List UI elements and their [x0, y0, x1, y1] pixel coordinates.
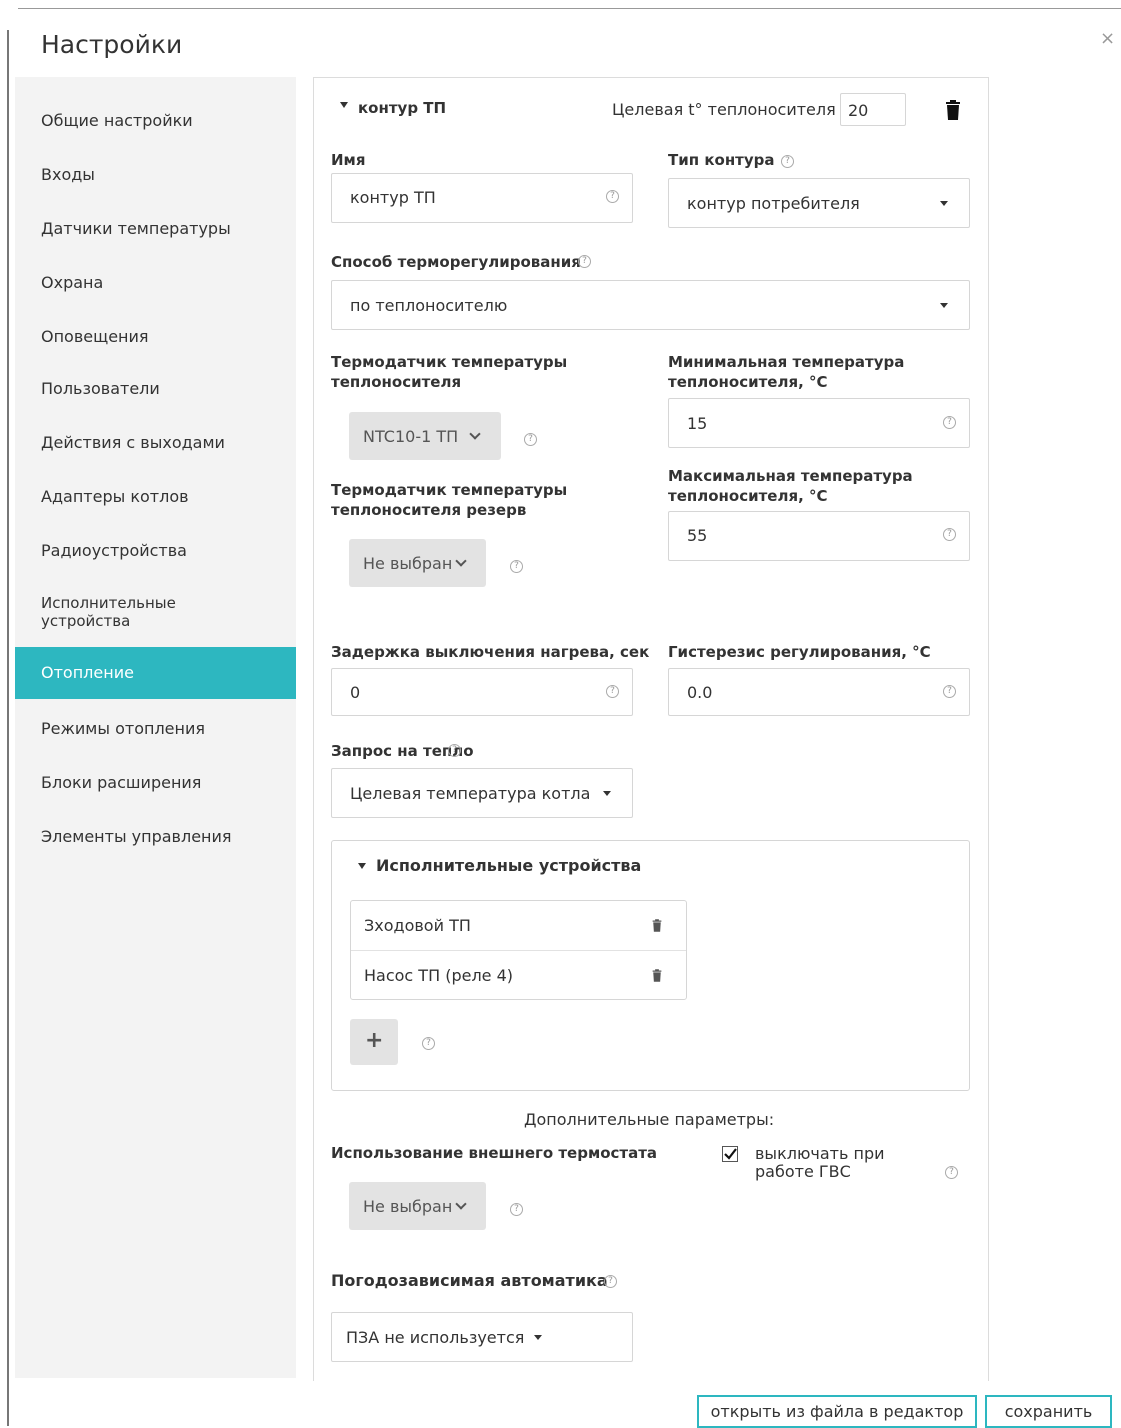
help-icon[interactable]: ? — [943, 685, 956, 698]
circuit-panel: контур ТП Целевая t° теплоносителя 20 Им… — [313, 77, 989, 1381]
sidebar-item-radio-devices[interactable]: Радиоустройства — [41, 541, 187, 560]
ext-thermostat-select[interactable]: Не выбран — [349, 1182, 486, 1230]
dropdown-caret-icon — [603, 791, 611, 796]
left-border — [7, 30, 9, 1426]
chevron-down-icon — [455, 1198, 467, 1210]
dhw-checkbox-label: выключать при работе ГВС — [755, 1144, 885, 1181]
name-input[interactable]: контур ТП ? — [331, 173, 633, 223]
dialog-title: Настройки — [41, 30, 183, 59]
list-item[interactable]: Насос ТП (реле 4) — [351, 951, 686, 999]
collapse-icon[interactable] — [358, 863, 366, 869]
help-icon[interactable]: ? — [448, 744, 461, 757]
sidebar-item-output-actions[interactable]: Действия с выходами — [41, 433, 225, 452]
circuit-name-header: контур ТП — [358, 99, 447, 117]
actuators-list: Зходовой ТП Насос ТП (реле 4) — [350, 900, 687, 1000]
collapse-icon[interactable] — [340, 102, 348, 108]
sidebar-item-notifications[interactable]: Оповещения — [41, 327, 149, 346]
help-icon[interactable]: ? — [781, 155, 794, 168]
plus-icon: + — [365, 1028, 384, 1053]
actuators-panel: Исполнительные устройства Зходовой ТП На… — [331, 840, 970, 1091]
open-file-button[interactable]: открыть из файла в редактор — [697, 1395, 977, 1428]
hysteresis-input[interactable]: 0.0 ? — [668, 668, 970, 716]
sidebar-item-temp-sensors[interactable]: Датчики температуры — [41, 219, 231, 238]
sidebar-item-heating[interactable]: Отопление — [15, 647, 296, 699]
target-temp-input[interactable]: 20 — [840, 93, 906, 126]
save-button[interactable]: сохранить — [985, 1395, 1112, 1428]
close-icon[interactable]: × — [1100, 28, 1115, 49]
chevron-down-icon — [469, 428, 481, 440]
help-icon[interactable]: ? — [510, 1203, 523, 1216]
regulation-method-label: Способ терморегулирования — [331, 253, 581, 271]
sidebar-item-users[interactable]: Пользователи — [41, 379, 160, 398]
sidebar: Общие настройки Входы Датчики температур… — [15, 77, 296, 1378]
min-temp-label: Минимальная температура теплоносителя, °… — [668, 353, 905, 391]
name-label: Имя — [331, 151, 366, 169]
sidebar-item-security[interactable]: Охрана — [41, 273, 103, 292]
sidebar-item-expansion-blocks[interactable]: Блоки расширения — [41, 773, 201, 792]
top-border — [18, 8, 1121, 9]
trash-icon[interactable] — [945, 100, 961, 120]
help-icon[interactable]: ? — [510, 560, 523, 573]
help-icon[interactable]: ? — [578, 255, 591, 268]
trash-icon[interactable] — [652, 969, 662, 982]
regulation-method-select[interactable]: по теплоносителю — [331, 280, 970, 330]
weather-automation-label: Погодозависимая автоматика — [331, 1271, 608, 1290]
help-icon[interactable]: ? — [945, 1166, 958, 1179]
sidebar-item-heating-label: Отопление — [41, 663, 134, 682]
sidebar-item-boiler-adapters[interactable]: Адаптеры котлов — [41, 487, 189, 506]
delay-input[interactable]: 0 ? — [331, 668, 633, 716]
help-icon[interactable]: ? — [606, 190, 619, 203]
dhw-checkbox[interactable] — [722, 1146, 740, 1162]
chevron-down-icon — [455, 555, 467, 567]
delay-label: Задержка выключения нагрева, сек — [331, 643, 650, 661]
additional-params-label: Дополнительные параметры: — [524, 1110, 775, 1129]
sidebar-item-actuators[interactable]: Исполнительные устройства — [41, 594, 241, 630]
max-temp-label: Максимальная температура теплоносителя, … — [668, 467, 913, 505]
dropdown-caret-icon — [940, 303, 948, 308]
sidebar-item-general[interactable]: Общие настройки — [41, 111, 193, 130]
sensor-reserve-select[interactable]: Не выбран — [349, 539, 486, 587]
help-icon[interactable]: ? — [604, 1275, 617, 1288]
help-icon[interactable]: ? — [524, 433, 537, 446]
help-icon[interactable]: ? — [943, 528, 956, 541]
sensor-label: Термодатчик температуры теплоносителя — [331, 353, 568, 391]
list-item[interactable]: Зходовой ТП — [351, 901, 686, 951]
actuators-header: Исполнительные устройства — [376, 856, 642, 875]
circuit-type-label: Тип контура — [668, 151, 775, 169]
sensor-reserve-label: Термодатчик температуры теплоносителя ре… — [331, 481, 568, 519]
help-icon[interactable]: ? — [422, 1037, 435, 1050]
sidebar-item-heating-modes[interactable]: Режимы отопления — [41, 719, 205, 738]
target-temp-label: Целевая t° теплоносителя — [612, 100, 836, 119]
sidebar-item-controls[interactable]: Элементы управления — [41, 827, 232, 846]
heat-request-select[interactable]: Целевая температура котла — [331, 768, 633, 818]
trash-icon[interactable] — [652, 919, 662, 932]
ext-thermostat-label: Использование внешнего термостата — [331, 1144, 658, 1162]
sensor-select[interactable]: NTC10-1 ТП — [349, 412, 501, 460]
add-actuator-button[interactable]: + — [350, 1019, 398, 1065]
dropdown-caret-icon — [940, 201, 948, 206]
circuit-type-select[interactable]: контур потребителя — [668, 178, 970, 228]
sidebar-item-inputs[interactable]: Входы — [41, 165, 95, 184]
max-temp-input[interactable]: 55 ? — [668, 511, 970, 561]
help-icon[interactable]: ? — [606, 685, 619, 698]
hysteresis-label: Гистерезис регулирования, °C — [668, 643, 931, 661]
dropdown-caret-icon — [534, 1335, 542, 1340]
help-icon[interactable]: ? — [943, 416, 956, 429]
weather-automation-select[interactable]: ПЗА не используется — [331, 1312, 633, 1362]
min-temp-input[interactable]: 15 ? — [668, 398, 970, 448]
